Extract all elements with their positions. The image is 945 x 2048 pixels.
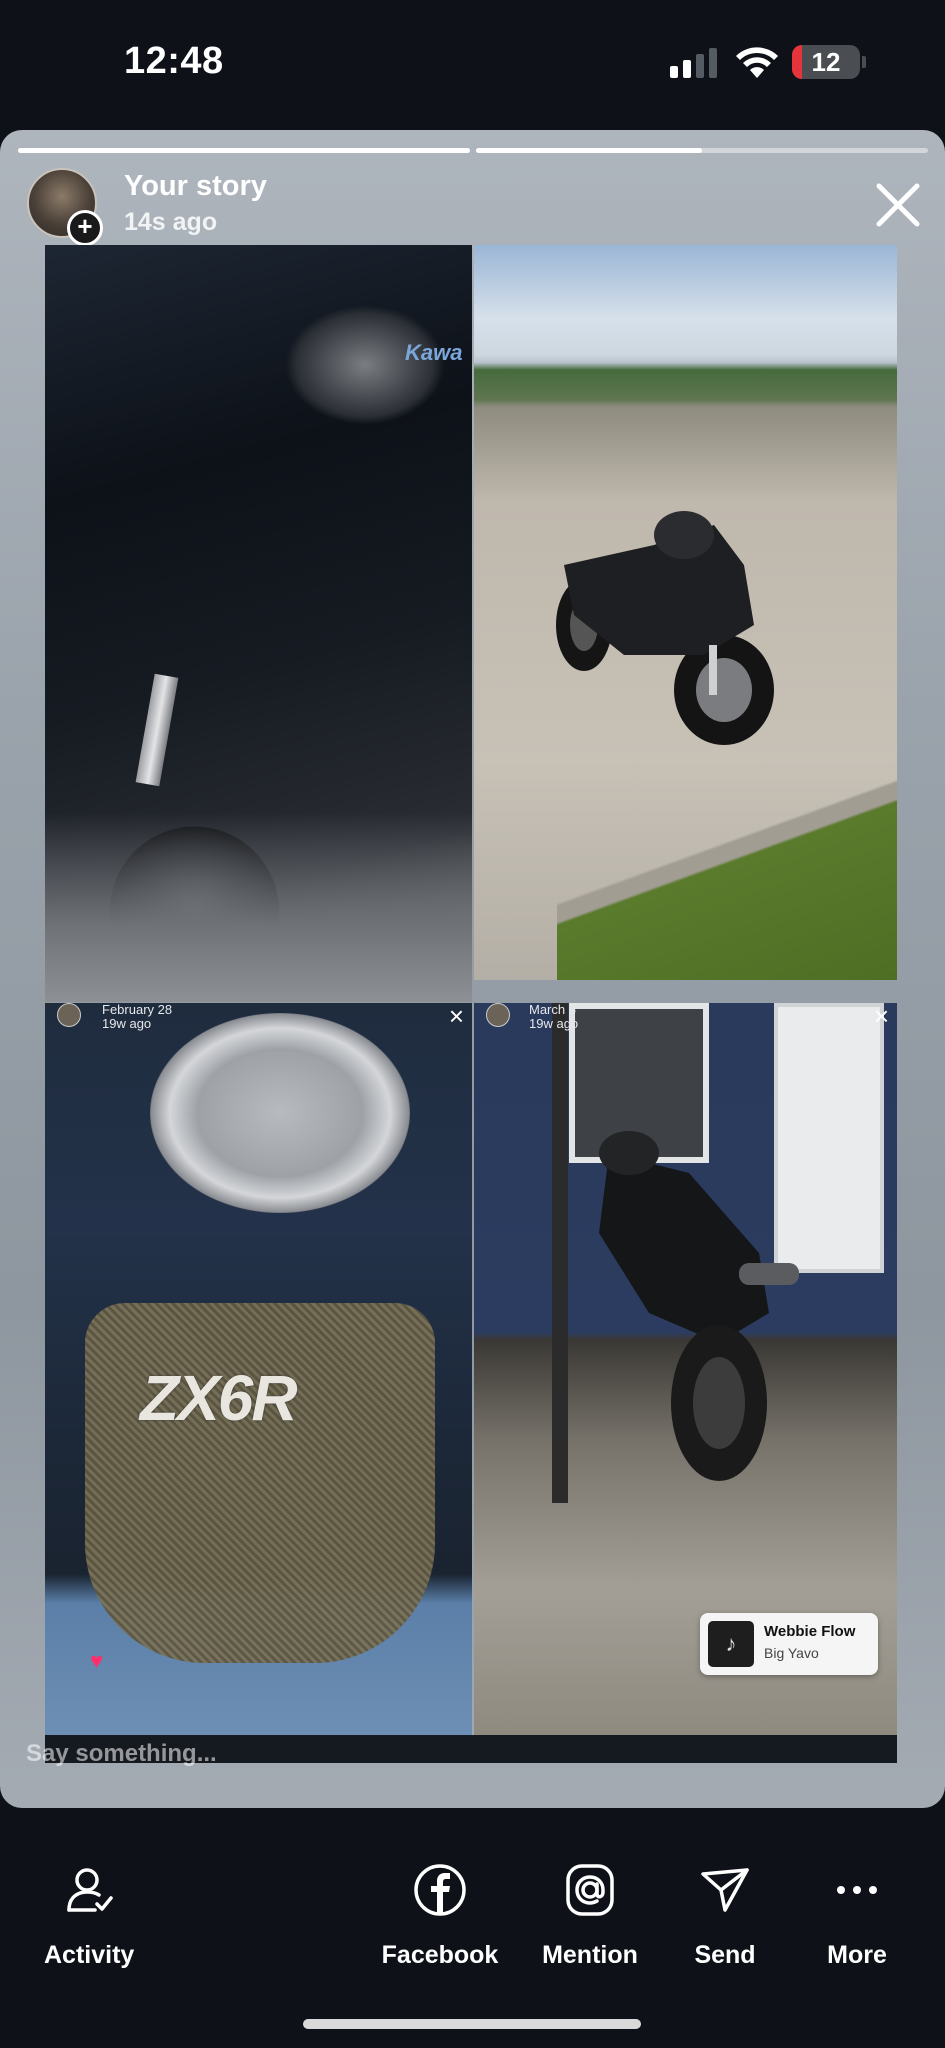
more-button[interactable]: More bbox=[812, 1862, 902, 1970]
tank-pad-image bbox=[85, 1303, 435, 1663]
brand-text: Kawa bbox=[405, 340, 463, 365]
photo-fork bbox=[135, 673, 179, 787]
mini-story-header: March 6 19w ago bbox=[529, 1003, 578, 1031]
add-story-icon[interactable]: + bbox=[67, 210, 103, 246]
music-artist: Big Yavo bbox=[764, 1645, 819, 1661]
post-image bbox=[552, 1003, 568, 1503]
story-timestamp: 14s ago bbox=[124, 208, 218, 236]
story-screen: 12:48 12 + Your story 14s ago Kawa ZX6R … bbox=[0, 0, 945, 2048]
story-progress-segment-1 bbox=[18, 148, 470, 153]
facebook-icon bbox=[414, 1864, 466, 1916]
battery-level: 12 bbox=[811, 47, 841, 77]
story-photo-bike-closeup: Kawa bbox=[45, 245, 472, 1002]
mini-date: February 28 bbox=[102, 1003, 173, 1017]
mention-label: Mention bbox=[542, 1941, 638, 1969]
story-progress-segment-2 bbox=[476, 148, 928, 153]
motorcycle-image bbox=[556, 511, 774, 745]
story-owner-name[interactable]: Your story bbox=[124, 170, 267, 203]
motorcycle-image bbox=[599, 1131, 799, 1481]
more-icon bbox=[837, 1886, 877, 1894]
home-indicator[interactable] bbox=[303, 2019, 641, 2029]
mention-icon bbox=[566, 1864, 614, 1916]
story-photo-bike-porch: March 6 19w ago × ♪ Webbie Flow Big Yavo bbox=[474, 1003, 897, 1735]
activity-label: Activity bbox=[44, 1941, 135, 1969]
story-action-bar: Activity Facebook Mention Send More bbox=[0, 1808, 945, 2048]
status-time: 12:48 bbox=[124, 40, 224, 82]
facebook-label: Facebook bbox=[381, 1941, 499, 1969]
mini-close-icon: × bbox=[448, 1003, 464, 1031]
story-progress-fill-1 bbox=[18, 148, 470, 153]
more-label: More bbox=[827, 1941, 887, 1969]
story-card[interactable]: + Your story 14s ago Kawa ZX6R February … bbox=[0, 130, 945, 1808]
status-bar: 12:48 12 bbox=[0, 0, 945, 128]
reply-input[interactable]: Say something... bbox=[26, 1740, 217, 1768]
music-sticker[interactable]: ♪ Webbie Flow Big Yavo bbox=[700, 1613, 878, 1675]
fuel-cap-image bbox=[150, 1013, 410, 1213]
mini-avatar bbox=[57, 1003, 81, 1027]
cellular-signal-icon bbox=[670, 48, 717, 78]
wifi-icon bbox=[736, 47, 778, 78]
mini-avatar bbox=[486, 1003, 510, 1027]
heart-icon: ♥ bbox=[90, 1648, 104, 1673]
close-icon[interactable] bbox=[873, 180, 923, 230]
send-icon bbox=[701, 1868, 749, 1912]
story-progress-fill-2 bbox=[476, 148, 702, 153]
album-art-icon: ♪ bbox=[708, 1621, 754, 1667]
mini-date: March 6 bbox=[529, 1003, 576, 1017]
facebook-button[interactable]: Facebook bbox=[380, 1862, 500, 1970]
story-photo-fuel-tank: ZX6R February 28 19w ago × ♥ bbox=[45, 1003, 472, 1735]
activity-button[interactable]: Activity bbox=[44, 1862, 134, 1970]
send-button[interactable]: Send bbox=[680, 1862, 770, 1970]
mini-close-icon: × bbox=[873, 1003, 889, 1031]
mini-story-header: February 28 19w ago bbox=[102, 1003, 172, 1031]
zx6r-logo: ZX6R bbox=[140, 1362, 298, 1434]
mini-ago: 19w ago bbox=[529, 1016, 579, 1031]
activity-icon bbox=[67, 1868, 113, 1912]
send-label: Send bbox=[694, 1941, 756, 1969]
photo-grass bbox=[557, 780, 897, 980]
mini-ago: 19w ago bbox=[102, 1016, 152, 1031]
battery-icon: 12 bbox=[792, 45, 860, 79]
music-title: Webbie Flow bbox=[764, 1623, 856, 1640]
mention-button[interactable]: Mention bbox=[540, 1862, 640, 1970]
photo-ground bbox=[45, 812, 472, 1002]
battery-cap bbox=[862, 56, 866, 68]
story-photo-bike-parking-lot bbox=[474, 245, 897, 980]
